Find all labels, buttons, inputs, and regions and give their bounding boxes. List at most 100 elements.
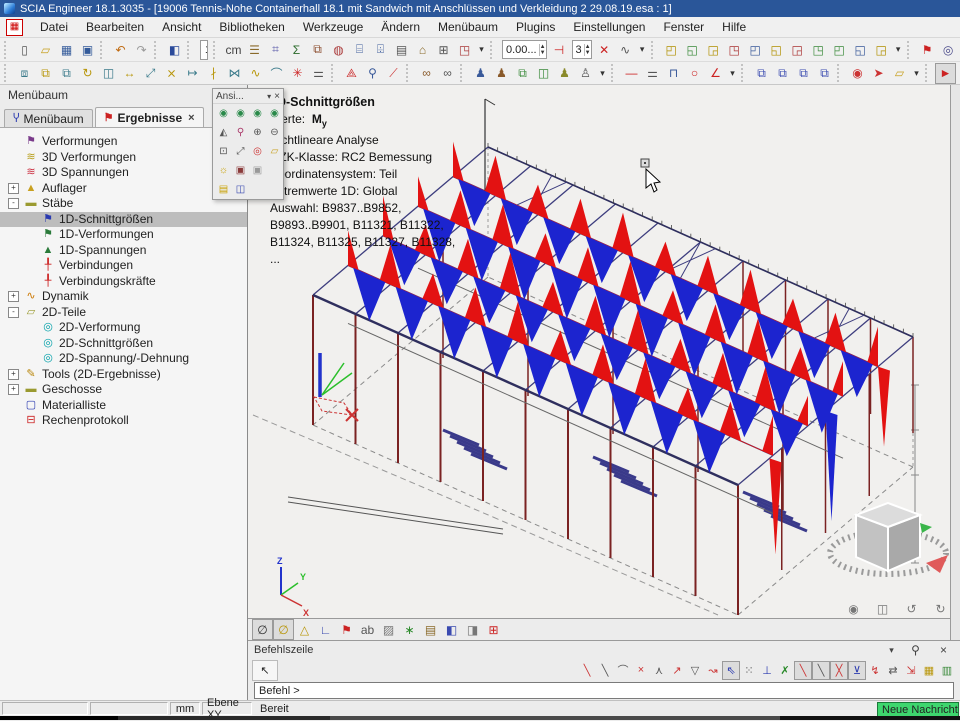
- menu-fenster[interactable]: Fenster: [654, 18, 713, 36]
- steel-setup-icon[interactable]: ⌹: [370, 39, 391, 60]
- report-icon[interactable]: ▤: [420, 619, 441, 640]
- menu-einstellungen[interactable]: Einstellungen: [564, 18, 654, 36]
- grid-settings-icon[interactable]: ▦: [920, 661, 938, 680]
- view-x-icon[interactable]: ◉: [215, 105, 232, 122]
- dropdown-caret-icon[interactable]: ▾: [910, 63, 923, 84]
- snap-endpoint-icon[interactable]: ⋏: [650, 661, 668, 680]
- property-copy-icon[interactable]: ♟: [491, 63, 512, 84]
- zoom-selection-icon[interactable]: ◎: [938, 39, 959, 60]
- collapse-icon[interactable]: -: [8, 307, 19, 318]
- dimension-icon[interactable]: ⚌: [642, 63, 663, 84]
- mirror-icon[interactable]: ◫: [98, 63, 119, 84]
- expand-icon[interactable]: +: [8, 183, 19, 194]
- measure-icon[interactable]: △: [294, 619, 315, 640]
- nonlinear-icon[interactable]: ◍: [328, 39, 349, 60]
- close-icon[interactable]: ×: [188, 112, 194, 124]
- cross-sections-icon[interactable]: ⌗: [265, 39, 286, 60]
- label-display-icon[interactable]: ◱: [766, 39, 787, 60]
- count-spinner[interactable]: 3▲▼: [572, 40, 592, 59]
- project-select[interactable]: 19006 Tennis-Nohe▼: [200, 40, 208, 60]
- load-cases-icon[interactable]: Σ: [286, 39, 307, 60]
- undo-icon[interactable]: ↶: [110, 39, 131, 60]
- menu-datei[interactable]: Datei: [31, 18, 77, 36]
- menu-men-baum[interactable]: Menübaum: [429, 18, 507, 36]
- dot-grid-icon[interactable]: ⁙: [740, 661, 758, 680]
- tree-item-1d-spannungen[interactable]: ▲1D-Spannungen: [0, 243, 247, 259]
- local-axes-icon[interactable]: ◳: [808, 39, 829, 60]
- new-folder-icon[interactable]: ▱: [889, 63, 910, 84]
- wireframe-view-icon[interactable]: ◰: [661, 39, 682, 60]
- model-display-icon[interactable]: ◰: [829, 39, 850, 60]
- zoom-all-icon[interactable]: ⤢: [232, 143, 249, 160]
- view-cube-icon[interactable]: ◫: [232, 181, 249, 198]
- results-refresh-icon[interactable]: ►: [956, 63, 960, 84]
- menu-ansicht[interactable]: Ansicht: [153, 18, 210, 36]
- cube-home-icon[interactable]: ◫: [872, 598, 893, 619]
- tree-item-tools-2d-ergebnisse[interactable]: +✎Tools (2D-Ergebnisse): [0, 367, 247, 383]
- new-project-icon[interactable]: ▯: [14, 39, 35, 60]
- explode-icon[interactable]: ✳: [287, 63, 308, 84]
- menu-ndern[interactable]: Ändern: [372, 18, 429, 36]
- combinations-icon[interactable]: ⧉: [307, 39, 328, 60]
- fast-display-icon[interactable]: ▾: [892, 39, 905, 60]
- copy-icon[interactable]: ⧉: [35, 63, 56, 84]
- result-display-icon[interactable]: ◱: [850, 39, 871, 60]
- copy-properties-icon[interactable]: ⧉: [793, 63, 814, 84]
- snap-mode-2-icon[interactable]: ╲: [812, 661, 830, 680]
- tree-item-st-be[interactable]: -▬Stäbe: [0, 196, 247, 212]
- dropdown-caret-icon[interactable]: ▾: [636, 39, 649, 60]
- trim-icon[interactable]: ⨯: [161, 63, 182, 84]
- chart-axis-icon[interactable]: ∟: [315, 619, 336, 640]
- spray-icon[interactable]: ∗: [399, 619, 420, 640]
- structure-display-icon[interactable]: ◲: [871, 39, 892, 60]
- load-display-icon[interactable]: ◰: [745, 39, 766, 60]
- tree-item-dynamik[interactable]: +∿Dynamik: [0, 289, 247, 305]
- break-icon[interactable]: ∤: [203, 63, 224, 84]
- zoom-area-icon[interactable]: ◉: [843, 598, 864, 619]
- polyline-icon[interactable]: ∿: [245, 63, 266, 84]
- concrete-setup-icon[interactable]: ⌸: [349, 39, 370, 60]
- zoom-window-icon[interactable]: ⊡: [215, 143, 232, 160]
- copy-add-data-icon[interactable]: ⧉: [751, 63, 772, 84]
- dropdown-caret-icon[interactable]: ▾: [726, 63, 739, 84]
- save-all-icon[interactable]: ▦: [56, 39, 77, 60]
- table-edit-icon[interactable]: ⧉: [512, 63, 533, 84]
- image-export-icon[interactable]: ◳: [454, 39, 475, 60]
- window-b-icon[interactable]: ◨: [462, 619, 483, 640]
- orbit-right-icon[interactable]: ↻: [930, 598, 951, 619]
- tree-item-geschosse[interactable]: +▬Geschosse: [0, 382, 247, 398]
- snap-arc-icon[interactable]: ⌒: [614, 661, 632, 680]
- rotate-icon[interactable]: ↻: [77, 63, 98, 84]
- status-plane[interactable]: Ebene XY: [202, 702, 252, 715]
- multicopy-icon[interactable]: ⧉: [56, 63, 77, 84]
- zoom-out-icon[interactable]: ⊖: [266, 124, 283, 141]
- tree-item-3d-verformungen[interactable]: ≋3D Verformungen: [0, 150, 247, 166]
- tree-item-2d-teile[interactable]: -▱2D-Teile: [0, 305, 247, 321]
- orbit-left-icon[interactable]: ↺: [901, 598, 922, 619]
- fast-drawing-icon[interactable]: ∅: [273, 619, 294, 640]
- menu-bearbeiten[interactable]: Bearbeiten: [77, 18, 153, 36]
- line-grid-icon[interactable]: ⊥: [758, 661, 776, 680]
- rendered-view-icon[interactable]: ◱: [682, 39, 703, 60]
- view-y-icon[interactable]: ◉: [232, 105, 249, 122]
- activity-icon[interactable]: ⚑: [917, 39, 938, 60]
- tree-item-1d-schnittgr-en[interactable]: ⚑1D-Schnittgrößen: [0, 212, 247, 228]
- document-preview-icon[interactable]: ⌂: [412, 39, 433, 60]
- tree-item-2d-verformung[interactable]: ◎2D-Verformung: [0, 320, 247, 336]
- snap-polar-icon[interactable]: ⇄: [884, 661, 902, 680]
- calculator-icon[interactable]: ⊞: [433, 39, 454, 60]
- tree-item-verbindungskr-fte[interactable]: ╀Verbindungskräfte: [0, 274, 247, 290]
- paste-properties-icon[interactable]: ⧉: [814, 63, 835, 84]
- disable-snap-icon[interactable]: ✗: [776, 661, 794, 680]
- close-icon[interactable]: ×: [933, 640, 954, 661]
- snap-delete-icon[interactable]: ×: [632, 661, 650, 680]
- menu-plugins[interactable]: Plugins: [507, 18, 564, 36]
- workspace-panel-icon[interactable]: ◧: [164, 39, 185, 60]
- zoom-previous-icon[interactable]: ◎: [249, 143, 266, 160]
- scale-graph-icon[interactable]: ∿: [615, 39, 636, 60]
- clipboard-picture-icon[interactable]: ▤: [215, 181, 232, 198]
- grid-edit-icon[interactable]: ▥: [938, 661, 956, 680]
- command-input[interactable]: Befehl >: [254, 682, 954, 699]
- menu-hilfe[interactable]: Hilfe: [713, 18, 755, 36]
- clip-box-icon[interactable]: ⊣: [549, 39, 570, 60]
